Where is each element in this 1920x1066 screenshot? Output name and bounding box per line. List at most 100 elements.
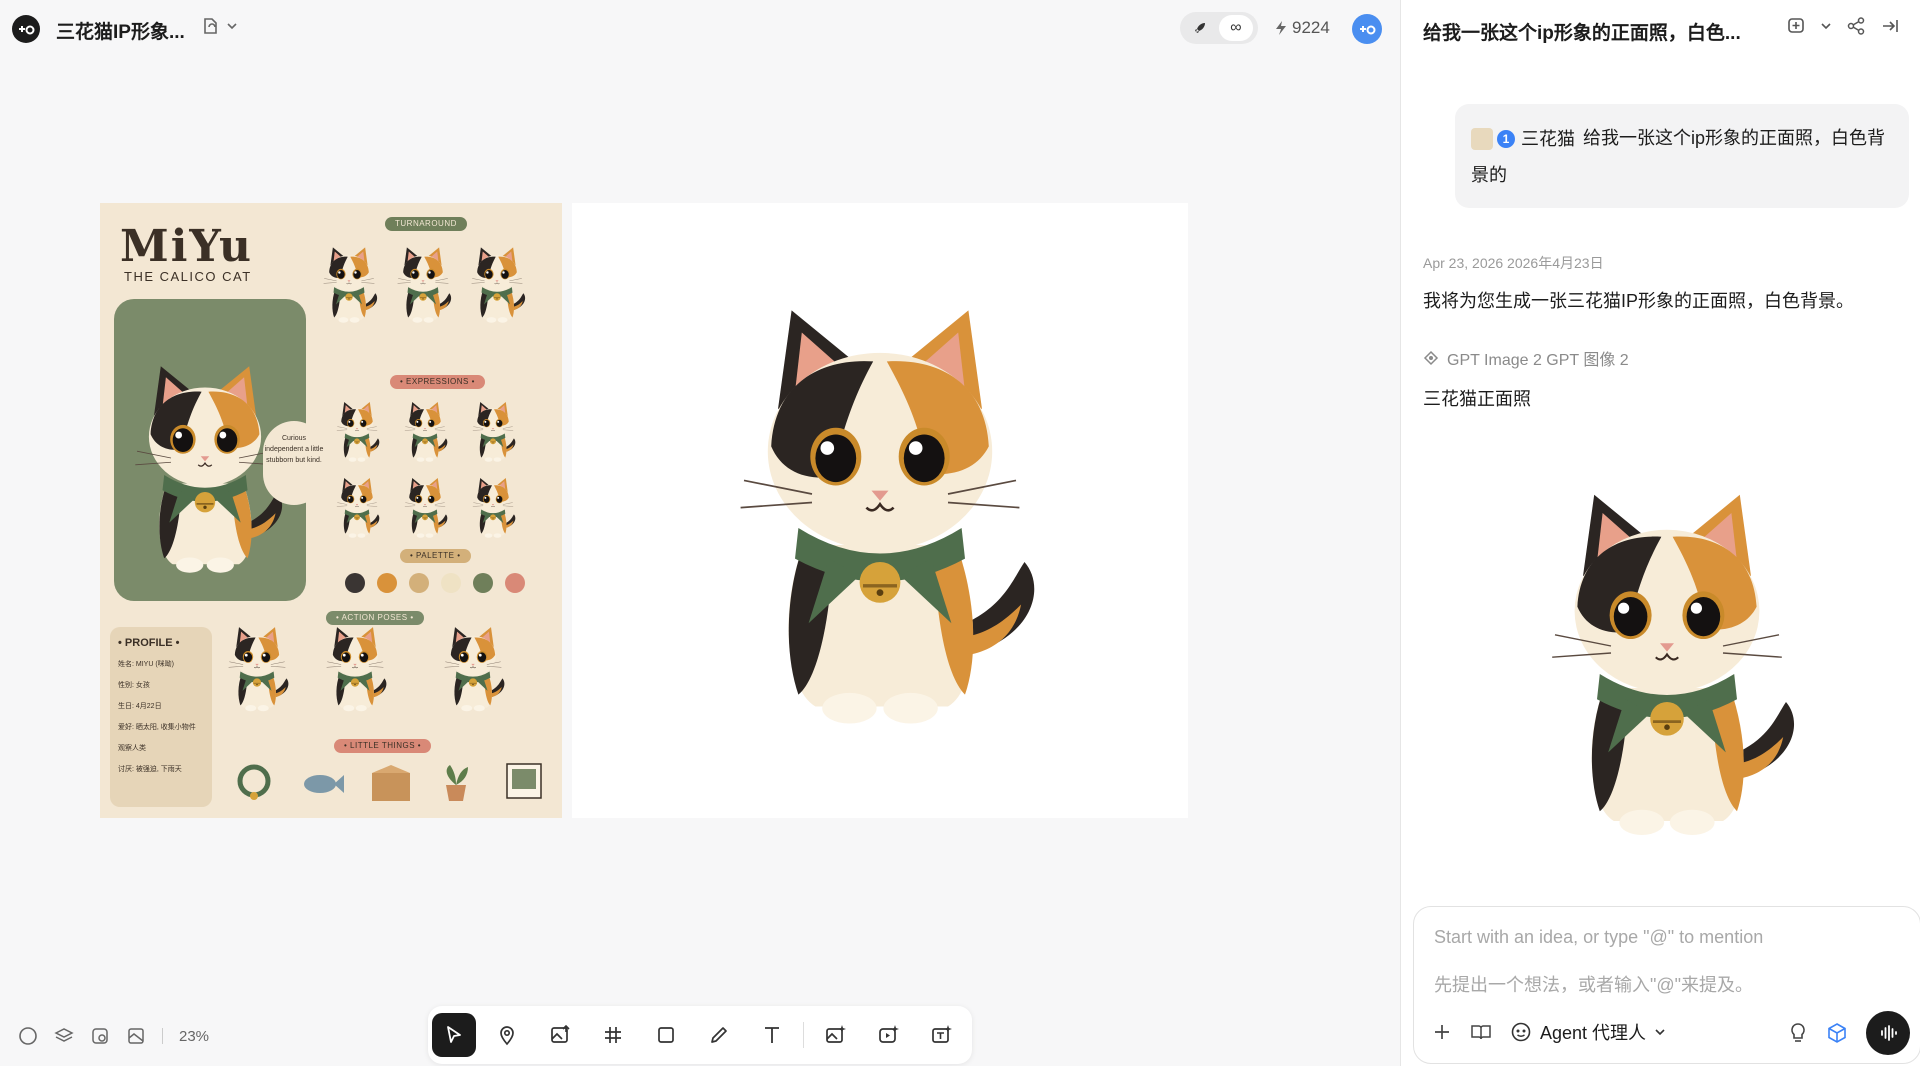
expression-cat-3 — [468, 399, 518, 463]
pen-tool-button[interactable] — [697, 1013, 741, 1057]
gallery-icon[interactable] — [126, 1026, 146, 1046]
text-generate-tool-button[interactable] — [919, 1013, 963, 1057]
chevron-down-icon[interactable] — [1820, 20, 1832, 32]
shape-tool-button[interactable] — [644, 1013, 688, 1057]
rocket-icon — [1195, 23, 1205, 33]
frame-tool-button[interactable] — [591, 1013, 635, 1057]
plus-icon[interactable] — [1432, 1022, 1452, 1042]
book-icon[interactable] — [1470, 1022, 1492, 1042]
location-pin-icon — [500, 1026, 514, 1046]
turnaround-cat-front — [318, 243, 380, 325]
lightning-icon — [1276, 21, 1286, 35]
circle-icon[interactable] — [18, 1026, 38, 1046]
composer-placeholder-en[interactable]: Start with an idea, or type "@" to menti… — [1434, 927, 1763, 948]
profile-line: 性别: 女孩 — [118, 682, 150, 689]
video-sparkle-icon — [879, 1025, 899, 1043]
infinite-mode-button[interactable]: ∞ — [1219, 15, 1253, 41]
expression-cat-1 — [332, 399, 382, 463]
composer-placeholder-zh[interactable]: 先提出一个想法，或者输入"@"来提及。 — [1434, 971, 1753, 997]
image-sparkle-icon — [826, 1025, 846, 1043]
project-menu-button[interactable] — [200, 16, 238, 36]
tag-palette: • PALETTE • — [400, 549, 471, 563]
action-pose-cat-3 — [438, 623, 508, 713]
palette-swatch — [441, 573, 461, 593]
tag-expressions: • EXPRESSIONS • — [390, 375, 485, 389]
video-generate-tool-button[interactable] — [866, 1013, 910, 1057]
expression-cat-2 — [400, 399, 450, 463]
reference-number-badge: 1 — [1497, 130, 1515, 149]
divider — [162, 1028, 163, 1044]
agent-selector[interactable]: Agent 代理人 — [1510, 1019, 1666, 1045]
composer-right-tools — [1788, 1011, 1910, 1055]
profile-line: 爱好: 晒太阳, 收集小物件 — [118, 724, 196, 731]
project-file-icon — [204, 18, 217, 34]
result-cat-illustration — [1527, 450, 1807, 870]
user-avatar[interactable] — [1352, 14, 1382, 44]
text-tool-button[interactable] — [750, 1013, 794, 1057]
character-sheet-image[interactable]: MiYu THE CALICO CAT Curious independent … — [100, 203, 562, 818]
hash-frame-icon — [605, 1027, 621, 1043]
chevron-down-icon — [1655, 1029, 1665, 1036]
new-chat-icon[interactable] — [1786, 16, 1806, 36]
sheet-subtitle: THE CALICO CAT — [124, 269, 252, 284]
text-sparkle-icon — [932, 1025, 952, 1043]
chat-actions — [1786, 16, 1900, 36]
profile-line: 生日: 4月22日 — [118, 703, 162, 710]
sheet-title: MiYu — [120, 221, 253, 272]
palette-swatch — [505, 573, 525, 593]
agent-icon — [1511, 1022, 1531, 1042]
canvas-area[interactable]: 三花猫IP形象... ∞ 9224 MiYu THE CALICO CAT Cu… — [0, 0, 1400, 1066]
plant-icon — [446, 765, 468, 801]
credits-counter[interactable]: 9224 — [1274, 18, 1330, 38]
palette-swatches — [345, 573, 525, 593]
chevron-down-icon — [227, 23, 237, 30]
cursor-icon — [447, 1026, 461, 1043]
palette-swatch — [409, 573, 429, 593]
chat-panel: 给我一张这个ip形象的正面照，白色... 1 三花猫 给我一张这个ip形象的正面… — [1400, 0, 1920, 1066]
lightbulb-icon[interactable] — [1788, 1022, 1808, 1044]
select-tool-button[interactable] — [432, 1013, 476, 1057]
user-message: 1 三花猫 给我一张这个ip形象的正面照，白色背景的 — [1455, 104, 1909, 208]
image-upload-icon — [551, 1024, 570, 1043]
pencil-icon — [711, 1027, 727, 1043]
result-image[interactable] — [1459, 430, 1875, 880]
profile-line: 观察人类 — [118, 745, 146, 752]
reference-thumbnail — [1471, 128, 1493, 151]
project-title[interactable]: 三花猫IP形象... — [56, 17, 185, 44]
assets-icon[interactable] — [90, 1026, 110, 1046]
fish-toy-icon — [304, 775, 344, 793]
cube-icon[interactable] — [1826, 1022, 1848, 1044]
turnaround-cat-back — [466, 243, 528, 325]
agent-label: Agent 代理人 — [1540, 1023, 1647, 1043]
generated-front-image[interactable] — [572, 203, 1188, 818]
zoom-level[interactable]: 23% — [179, 1028, 209, 1045]
image-generate-tool-button[interactable] — [813, 1013, 857, 1057]
rocket-mode-button[interactable] — [1183, 15, 1217, 41]
mode-toggle[interactable]: ∞ — [1180, 12, 1258, 44]
collapse-panel-icon[interactable] — [1880, 16, 1900, 36]
action-pose-cat-2 — [320, 623, 390, 713]
image-reference-chip[interactable]: 1 三花猫 — [1471, 121, 1583, 157]
share-icon[interactable] — [1846, 16, 1866, 36]
profile-line: 姓名: MIYU (咪呦) — [118, 661, 174, 668]
location-tool-button[interactable] — [485, 1013, 529, 1057]
palette-swatch — [345, 573, 365, 593]
layers-icon[interactable] — [54, 1026, 74, 1046]
action-pose-cat-1 — [222, 623, 292, 713]
expression-cat-6 — [468, 475, 518, 539]
model-name: GPT Image 2 GPT 图像 2 — [1447, 352, 1629, 369]
sheet-quote: Curious independent a little stubborn bu… — [263, 421, 325, 505]
collar-icon — [237, 764, 271, 800]
turnaround-cat-side — [392, 243, 454, 325]
profile-card: • PROFILE • 姓名: MIYU (咪呦) 性别: 女孩 生日: 4月2… — [110, 627, 212, 807]
credits-value: 9224 — [1292, 18, 1330, 37]
chat-composer[interactable]: Start with an idea, or type "@" to menti… — [1413, 906, 1920, 1064]
assistant-message: 我将为您生成一张三花猫IP形象的正面照，白色背景。 — [1423, 291, 1855, 311]
image-upload-tool-button[interactable] — [538, 1013, 582, 1057]
app-logo-icon[interactable] — [12, 15, 40, 43]
front-cat-illustration — [710, 251, 1050, 771]
tag-little-things: • LITTLE THINGS • — [334, 739, 432, 753]
voice-input-button[interactable] — [1866, 1011, 1910, 1055]
square-icon — [658, 1027, 674, 1043]
composer-tools: Agent 代理人 — [1432, 1019, 1666, 1045]
